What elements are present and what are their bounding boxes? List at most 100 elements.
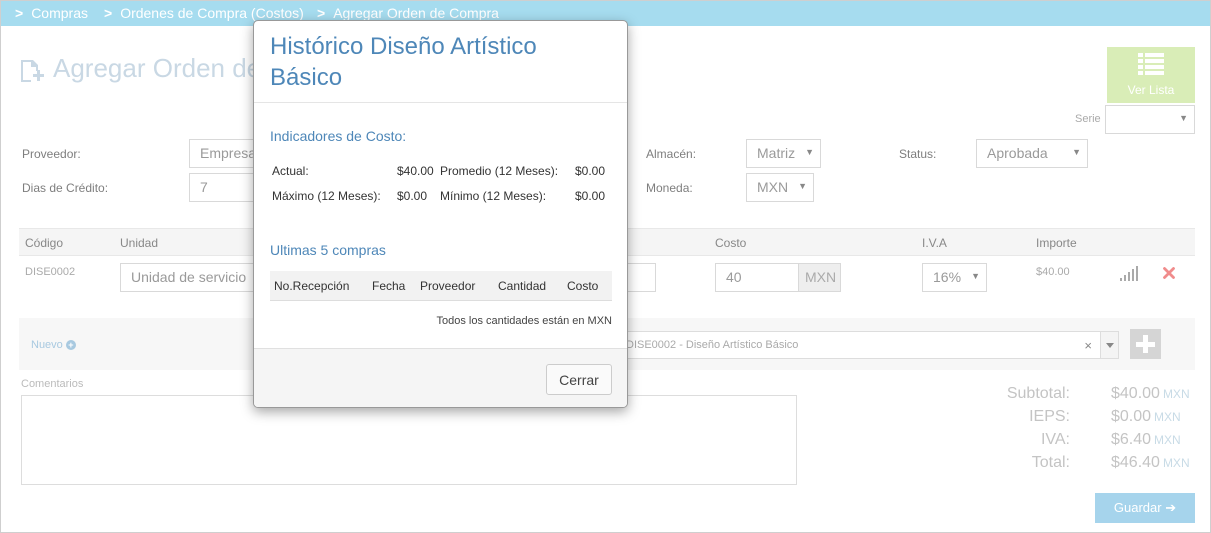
promedio-value: $0.00 [575, 164, 606, 178]
breadcrumb-label: Ordenes de Compra (Costos) [120, 5, 304, 21]
row-importe: $40.00 [1036, 266, 1070, 278]
breadcrumb-item-compras[interactable]: > Compras [15, 5, 88, 21]
page-title: Agregar Orden de [53, 53, 262, 83]
col-codigo: Código [25, 236, 64, 250]
maximo-label: Máximo (12 Meses): [272, 189, 381, 203]
col-costo: Costo [567, 279, 599, 293]
breadcrumb-label: Agregar Orden de Compra [333, 5, 499, 21]
col-recepcion: No.Recepción [274, 279, 350, 293]
dropdown-arrow-icon: ▼ [1179, 113, 1188, 123]
guardar-button[interactable]: Guardar ➔ [1095, 493, 1195, 523]
dropdown-arrow-icon: ▼ [1072, 147, 1081, 157]
currency-note: Todos los cantidades están en MXN [436, 315, 613, 327]
total-value: $46.40 MXN [1111, 454, 1190, 472]
add-product-button[interactable] [1130, 329, 1161, 359]
col-unidad: Unidad [120, 236, 159, 250]
currency-label: MXN [1154, 433, 1181, 447]
maximo-value: $0.00 [397, 189, 428, 203]
cerrar-button[interactable]: Cerrar [546, 364, 612, 395]
arrow-right-icon: ➔ [1165, 500, 1177, 515]
dias-credito-label: Dias de Crédito: [22, 181, 109, 195]
almacen-select[interactable]: Matriz ▼ [746, 139, 821, 168]
actual-label: Actual: [272, 164, 309, 178]
modal-footer: Cerrar [254, 348, 627, 407]
col-fecha: Fecha [372, 279, 406, 293]
proveedor-label: Proveedor: [22, 147, 81, 161]
dias-credito-input[interactable]: 7 [189, 173, 259, 202]
minimo-value: $0.00 [575, 189, 606, 203]
col-proveedor: Proveedor [420, 279, 476, 293]
row-codigo: DISE0002 [25, 266, 76, 278]
clear-icon[interactable]: × [1084, 338, 1092, 353]
proveedor-input[interactable]: Empresa [189, 139, 259, 168]
comentarios-label: Comentarios [21, 378, 84, 390]
status-label: Status: [899, 147, 937, 161]
modal-title: Histórico Diseño Artístico Básico [270, 33, 537, 91]
breadcrumb-label: Compras [31, 5, 88, 21]
divider [254, 102, 627, 103]
status-value: Aprobada [987, 145, 1048, 161]
currency-label: MXN [1162, 456, 1190, 470]
total-label: Total: [1031, 454, 1070, 471]
page: > Compras > Ordenes de Compra (Costos) > Ag… [0, 0, 1211, 533]
moneda-value: MXN [757, 179, 789, 195]
dropdown-arrow-icon: ▼ [805, 147, 814, 157]
ultimas-title: Ultimas 5 compras [270, 242, 386, 258]
ver-lista-label: Ver Lista [1127, 83, 1175, 97]
subtotal-label: Subtotal: [1006, 385, 1070, 402]
iva-label: IVA: [1040, 431, 1070, 448]
almacen-label: Almacén: [646, 147, 697, 161]
serie-select[interactable]: ▼ [1105, 105, 1195, 134]
plus-circle-icon: + [65, 340, 76, 350]
total-amount: $46.40 [1111, 454, 1160, 471]
iva-amount: $6.40 [1111, 431, 1152, 448]
chevron-right-icon: > [317, 5, 326, 21]
almacen-value: Matriz [757, 145, 796, 161]
chevron-right-icon: > [104, 5, 113, 21]
promedio-label: Promedio (12 Meses): [440, 164, 559, 178]
historico-modal: Histórico Diseño Artístico Básico Indica… [253, 20, 628, 408]
status-select[interactable]: Aprobada ▼ [976, 139, 1088, 168]
breadcrumb-item-ordenes[interactable]: > Ordenes de Compra (Costos) [104, 5, 304, 21]
subtotal-value: $40.00 MXN [1111, 385, 1190, 403]
currency-label: MXN [1154, 410, 1181, 424]
chevron-right-icon: > [15, 5, 24, 21]
iva-value: $6.40 MXN [1111, 431, 1181, 449]
moneda-select[interactable]: MXN ▼ [746, 173, 814, 202]
iva-select[interactable]: 16% ▼ [922, 263, 987, 292]
col-iva: I.V.A [922, 236, 947, 250]
currency-label: MXN [1162, 387, 1190, 401]
costo-currency-addon: MXN [798, 263, 841, 292]
add-document-icon [21, 60, 44, 82]
indicadores-title: Indicadores de Costo: [270, 128, 407, 144]
ver-lista-button[interactable]: Ver Lista [1107, 47, 1195, 103]
col-costo: Costo [715, 236, 747, 250]
dropdown-arrow-icon: ▼ [971, 271, 980, 281]
product-select[interactable]: DISE0002 - Diseño Artístico Básico × [611, 331, 1119, 359]
col-importe: Importe [1036, 236, 1077, 250]
product-select-value: DISE0002 - Diseño Artístico Básico [626, 339, 799, 351]
dropdown-arrow-icon: ▼ [798, 181, 807, 191]
unidad-input[interactable]: Unidad de servicio [120, 263, 260, 292]
ieps-value: $0.00 MXN [1111, 408, 1181, 426]
list-icon [1138, 53, 1164, 75]
compras-table-header: No.Recepción Fecha Proveedor Cantidad Co… [270, 271, 612, 301]
iva-value: 16% [933, 269, 962, 285]
ieps-amount: $0.00 [1111, 408, 1152, 425]
breadcrumb-item-agregar: > Agregar Orden de Compra [317, 5, 499, 21]
serie-label: Serie [1075, 113, 1101, 125]
nuevo-link[interactable]: Nuevo + [31, 339, 76, 351]
minimo-label: Mínimo (12 Meses): [440, 189, 547, 203]
guardar-label: Guardar [1113, 500, 1162, 515]
col-cantidad: Cantidad [498, 279, 547, 293]
costo-input[interactable]: 40 [715, 263, 799, 292]
comentarios-textarea[interactable] [21, 395, 797, 485]
signal-bars-icon[interactable] [1120, 266, 1138, 281]
ieps-label: IEPS: [1029, 408, 1070, 425]
moneda-label: Moneda: [646, 181, 693, 195]
nuevo-label: Nuevo [31, 339, 63, 351]
dropdown-arrow-icon[interactable] [1100, 332, 1118, 358]
subtotal-amount: $40.00 [1111, 385, 1160, 402]
actual-value: $40.00 [397, 164, 434, 178]
delete-row-icon[interactable] [1163, 267, 1175, 279]
